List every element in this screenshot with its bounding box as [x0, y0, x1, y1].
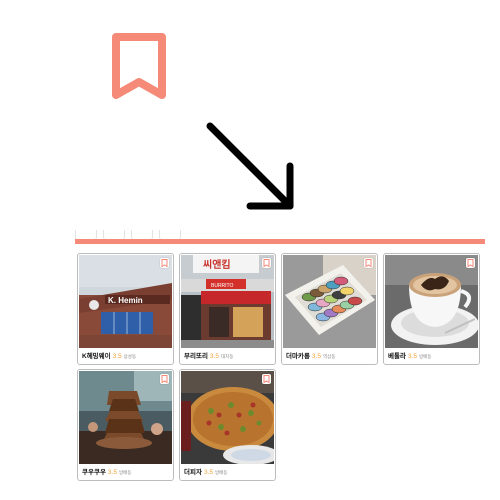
place-photo: 씨앤킴 BURRITO [181, 255, 274, 348]
place-photo [79, 371, 172, 464]
svg-text:BURRITO: BURRITO [211, 283, 234, 289]
place-card[interactable]: 씨앤킴 BURRITO 부리또리 3.5 대치동 [179, 253, 276, 365]
svg-text:씨앤킴: 씨앤킴 [203, 258, 231, 271]
place-rating: 3.5 [209, 353, 219, 360]
bookmark-button[interactable] [262, 374, 271, 384]
place-name: K헤밍웨이 [82, 353, 111, 360]
app-screen: K. Hemin K헤밍웨이 3.5 삼성동 씨앤킴 BURRITO 부리또리 … [75, 230, 485, 500]
arrow-down-right-icon [206, 122, 294, 210]
place-card[interactable]: 더피자 3.5 방배동 [179, 369, 276, 481]
place-name: 베톨라 [388, 353, 406, 360]
place-info: 더피자 3.5 방배동 [184, 467, 272, 479]
place-info: 쿠우쿠우 3.5 방배동 [82, 467, 170, 479]
place-rating: 3.5 [311, 353, 321, 360]
place-rating: 3.5 [203, 469, 213, 476]
svg-text:K. Hemin: K. Hemin [108, 296, 143, 305]
place-location: 대치동 [220, 354, 234, 359]
place-location: 방배동 [419, 354, 432, 359]
bookmark-icon [112, 33, 166, 99]
place-name: 더마카롱 [286, 353, 310, 360]
place-photo: K. Hemin [79, 255, 172, 348]
place-name: 부리또리 [184, 353, 208, 360]
place-info: K헤밍웨이 3.5 삼성동 [82, 351, 170, 363]
place-rating: 3.5 [112, 353, 122, 360]
place-card[interactable]: 베톨라 3.5 방배동 [383, 253, 480, 365]
bookmark-button[interactable] [364, 258, 373, 268]
place-info: 부리또리 3.5 대치동 [184, 351, 272, 363]
place-name: 쿠우쿠우 [82, 469, 106, 476]
place-location: 역삼동 [322, 354, 336, 359]
place-card[interactable]: 더마카롱 3.5 역삼동 [281, 253, 378, 365]
bookmark-button[interactable] [466, 258, 475, 268]
place-name: 더피자 [184, 469, 202, 476]
place-card[interactable]: K. Hemin K헤밍웨이 3.5 삼성동 [77, 253, 174, 365]
place-info: 베톨라 3.5 방배동 [388, 351, 476, 363]
filter-bar [75, 230, 485, 244]
place-photo [181, 371, 274, 464]
place-info: 더마카롱 3.5 역삼동 [286, 351, 374, 363]
place-rating: 3.5 [107, 469, 117, 476]
bookmark-button[interactable] [160, 258, 169, 268]
place-photo [283, 255, 376, 348]
place-card[interactable]: 쿠우쿠우 3.5 방배동 [77, 369, 174, 481]
bookmark-button[interactable] [262, 258, 271, 268]
bookmark-button[interactable] [160, 374, 169, 384]
place-location: 방배동 [215, 470, 228, 475]
accent-bar [75, 239, 485, 244]
place-location: 방배동 [118, 470, 132, 475]
place-photo [385, 255, 478, 348]
place-location: 삼성동 [123, 354, 137, 359]
place-rating: 3.5 [407, 353, 417, 360]
